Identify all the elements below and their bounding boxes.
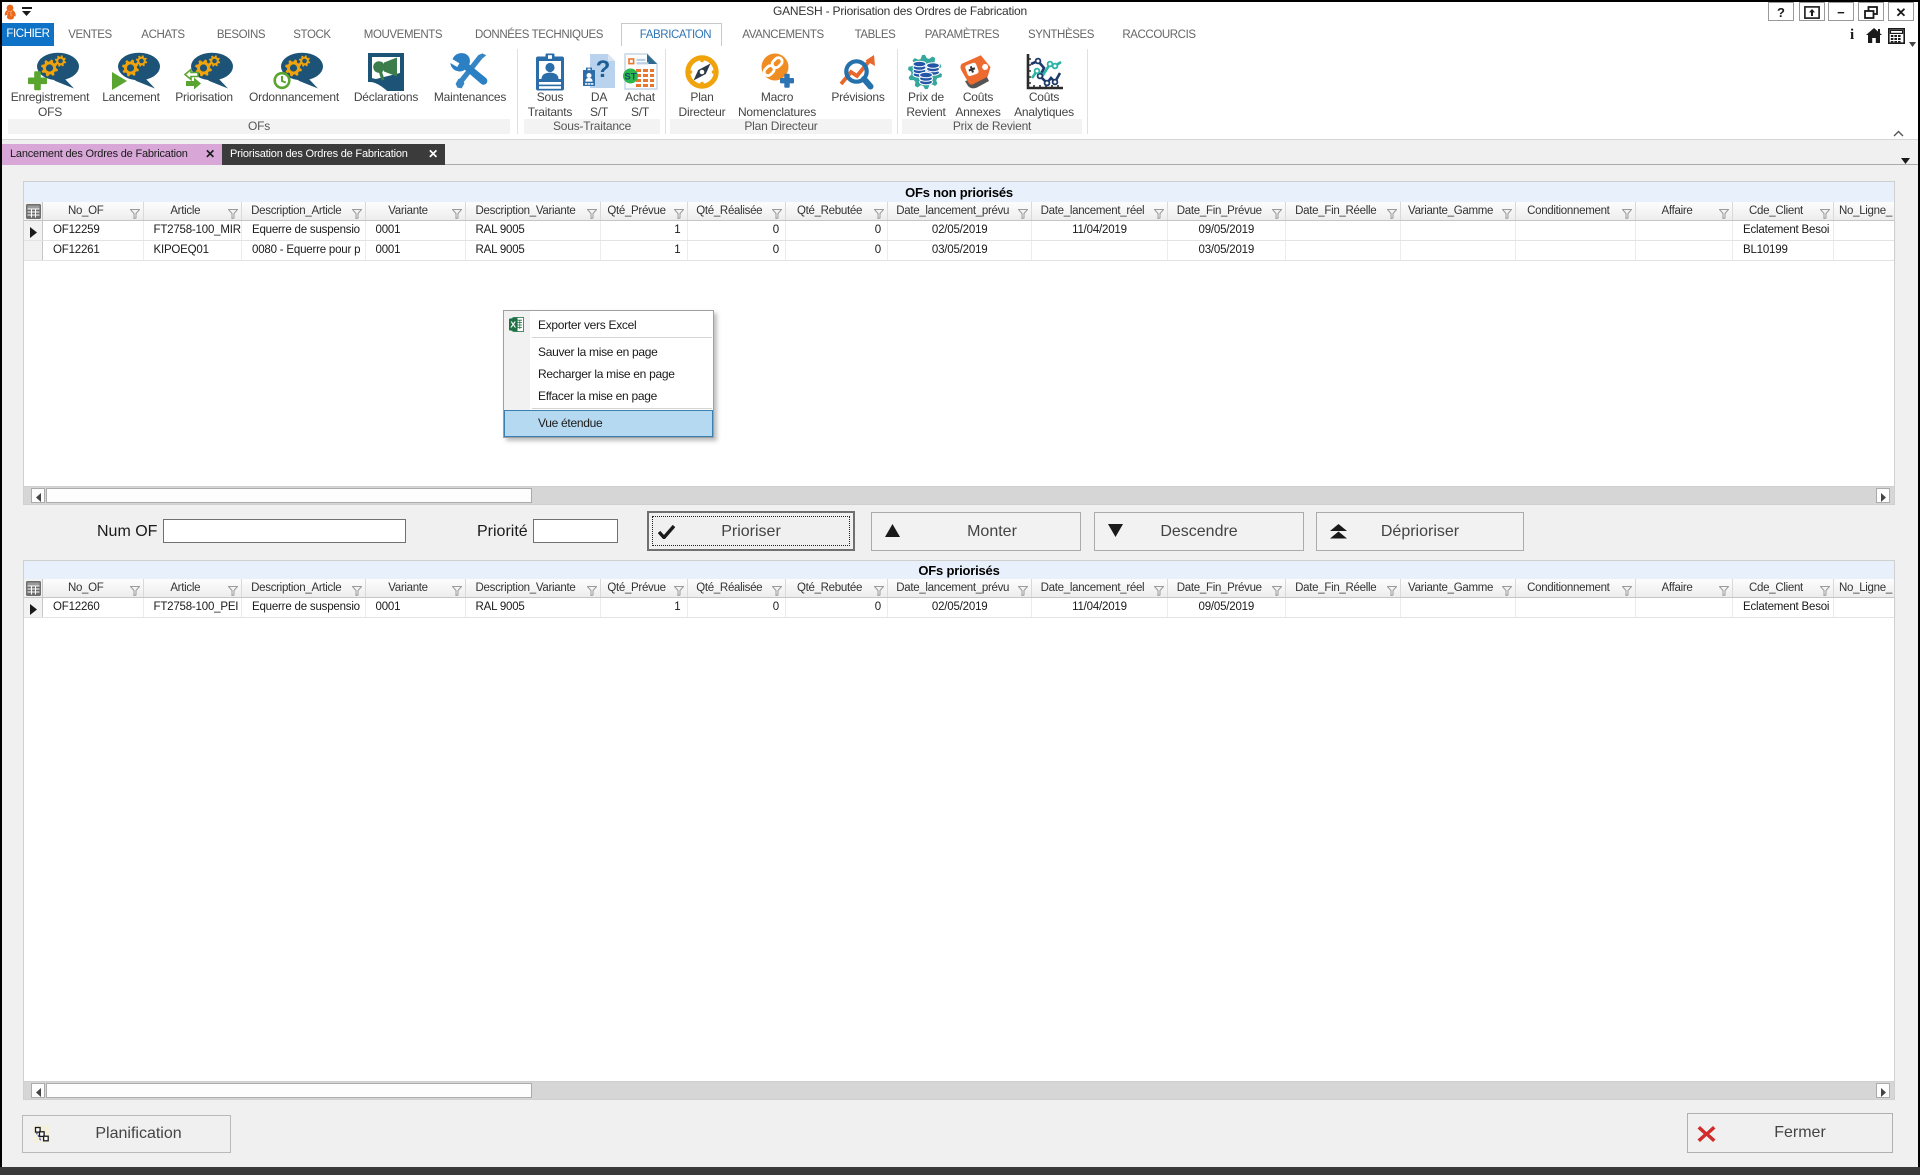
svg-text:X: X (510, 320, 516, 330)
svg-text:ST: ST (624, 72, 636, 83)
